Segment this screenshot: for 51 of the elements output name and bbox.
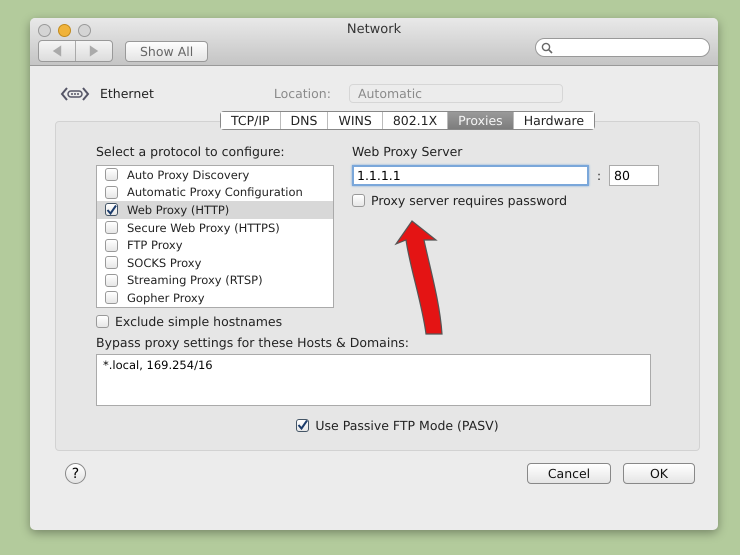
- protocol-row[interactable]: Auto Proxy Discovery: [97, 166, 333, 184]
- protocol-name: Gopher Proxy: [127, 290, 204, 305]
- host-field[interactable]: 1.1.1.1: [352, 165, 589, 186]
- help-button[interactable]: ?: [65, 463, 86, 484]
- protocol-row[interactable]: Web Proxy (HTTP): [97, 201, 333, 219]
- dialog-button[interactable]: OK: [623, 463, 695, 484]
- protocol-row[interactable]: Gopher Proxy: [97, 289, 333, 307]
- protocol-name: Web Proxy (HTTP): [127, 202, 230, 217]
- checkbox-label: Proxy server requires password: [371, 193, 568, 208]
- protocol-name: Auto Proxy Discovery: [127, 168, 250, 182]
- checkbox-label: Use Passive FTP Mode (PASV): [315, 418, 499, 433]
- protocol-row[interactable]: Automatic Proxy Configuration: [97, 184, 333, 202]
- minimize-button[interactable]: [58, 24, 71, 36]
- protocol-row[interactable]: Secure Web Proxy (HTTPS): [97, 218, 333, 236]
- checkbox[interactable]: [105, 291, 118, 304]
- tab[interactable]: Hardware: [512, 112, 594, 129]
- bypass-field[interactable]: *.local, 169.254/16: [96, 354, 651, 406]
- dialog-button[interactable]: Cancel: [527, 463, 611, 484]
- server-label: Web Proxy Server: [352, 144, 464, 159]
- interface-name: Ethernet: [100, 86, 154, 101]
- protocol-name: FTP Proxy: [127, 238, 183, 252]
- checkbox[interactable]: [105, 274, 118, 287]
- checkbox-label: Exclude simple hostnames: [115, 314, 282, 329]
- protocol-name: Secure Web Proxy (HTTPS): [127, 220, 280, 235]
- show-all-button[interactable]: Show All: [125, 40, 208, 62]
- checkbox[interactable]: [105, 168, 118, 182]
- protocol-name: Streaming Proxy (RTSP): [127, 273, 263, 288]
- checkbox[interactable]: [105, 221, 118, 234]
- protocol-label: Select a protocol to configure:: [96, 144, 286, 159]
- search-icon: [541, 42, 553, 54]
- window-title: Network: [346, 22, 402, 38]
- bypass-label: Bypass proxy settings for these Hosts & Domains:: [96, 334, 410, 350]
- ethernet-icon: [60, 84, 90, 102]
- close-button[interactable]: [38, 24, 51, 36]
- checkbox[interactable]: [105, 256, 118, 270]
- checkbox[interactable]: [105, 238, 118, 252]
- checkbox[interactable]: [105, 186, 118, 199]
- protocol-row[interactable]: Streaming Proxy (RTSP): [97, 272, 333, 290]
- protocol-name: SOCKS Proxy: [127, 256, 202, 270]
- checkbox[interactable]: [105, 203, 118, 216]
- checkbox[interactable]: [352, 194, 365, 207]
- port-field[interactable]: 80: [609, 165, 659, 186]
- protocol-row[interactable]: SOCKS Proxy: [97, 254, 333, 272]
- checkbox[interactable]: [296, 418, 310, 432]
- separator: :: [596, 168, 601, 182]
- zoom-button[interactable]: [78, 24, 91, 36]
- protocol-name: Automatic Proxy Configuration: [127, 185, 303, 200]
- search-field[interactable]: [535, 38, 710, 57]
- checkbox[interactable]: [96, 314, 109, 328]
- protocol-row[interactable]: FTP Proxy: [97, 236, 333, 254]
- location-label: Location:: [274, 86, 331, 101]
